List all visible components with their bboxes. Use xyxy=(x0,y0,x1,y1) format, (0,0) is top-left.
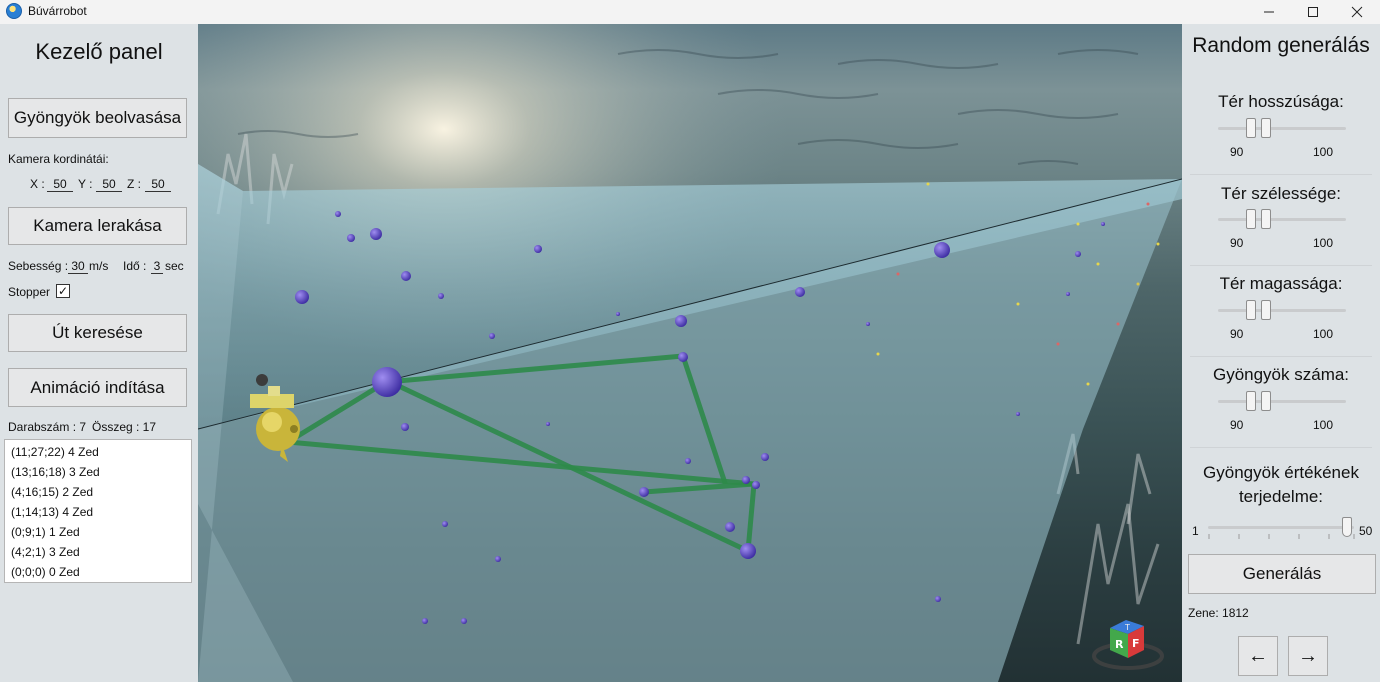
divider xyxy=(1190,174,1372,175)
maximize-icon xyxy=(1308,7,1318,17)
place-camera-button[interactable]: Kamera lerakása xyxy=(8,207,187,245)
window-title: Búvárrobot xyxy=(28,4,87,18)
divider xyxy=(1190,447,1372,448)
value-range-label: Gyöngyök értékének terjedelme: xyxy=(1203,463,1359,506)
height-max-thumb[interactable] xyxy=(1261,300,1271,320)
next-track-button[interactable]: → xyxy=(1288,636,1328,676)
camera-z-label: Z : xyxy=(127,177,141,191)
width-max-value: 100 xyxy=(1313,236,1334,250)
load-pearls-button[interactable]: Gyöngyök beolvasása xyxy=(8,98,187,138)
length-min-value: 90 xyxy=(1230,145,1244,159)
app-icon xyxy=(6,3,22,19)
camera-coords-label: Kamera kordinátái: xyxy=(8,152,109,166)
pearl-count-min-value: 90 xyxy=(1230,418,1244,432)
camera-y-label: Y : xyxy=(78,177,93,191)
camera-y-input[interactable]: 50 xyxy=(96,177,122,192)
camera-x-input[interactable]: 50 xyxy=(47,177,73,192)
value-range-ticks xyxy=(1208,534,1355,539)
path-list[interactable]: (11;27;22) 4 Zed (13;16;18) 3 Zed (4;16;… xyxy=(4,439,192,583)
title-bar: Búvárrobot xyxy=(0,0,1380,24)
list-item[interactable]: (11;27;22) 4 Zed xyxy=(5,442,191,462)
previous-track-button[interactable]: ← xyxy=(1238,636,1278,676)
height-min-value: 90 xyxy=(1230,327,1244,341)
music-label: Zene: 1812 xyxy=(1188,606,1249,620)
generate-button[interactable]: Generálás xyxy=(1188,554,1376,594)
height-label: Tér magassága: xyxy=(1219,274,1343,293)
width-max-thumb[interactable] xyxy=(1261,209,1271,229)
speed-input[interactable]: 30 xyxy=(68,259,88,274)
list-item[interactable]: (4;16;15) 2 Zed xyxy=(5,482,191,502)
list-item[interactable]: (0;0;0) 0 Zed xyxy=(5,562,191,582)
width-min-value: 90 xyxy=(1230,236,1244,250)
length-label: Tér hosszúsága: xyxy=(1218,92,1344,111)
value-range-slider[interactable] xyxy=(1208,526,1354,529)
pearl-count-label: Gyöngyök száma: xyxy=(1212,365,1350,384)
height-min-thumb[interactable] xyxy=(1246,300,1256,320)
height-max-value: 100 xyxy=(1313,327,1334,341)
value-range-max: 50 xyxy=(1359,524,1373,538)
arrow-right-icon: → xyxy=(1298,644,1318,667)
pearl-count-min-thumb[interactable] xyxy=(1246,391,1256,411)
stopper-label: Stopper xyxy=(8,285,51,299)
close-icon xyxy=(1351,6,1363,18)
divider xyxy=(1190,356,1372,357)
maximize-button[interactable] xyxy=(1290,0,1336,24)
time-unit: sec xyxy=(165,259,184,273)
minimize-button[interactable] xyxy=(1246,0,1292,24)
value-range-min: 1 xyxy=(1192,524,1199,538)
control-panel-heading: Kezelő panel xyxy=(35,39,163,64)
length-min-thumb[interactable] xyxy=(1246,118,1256,138)
3d-viewport[interactable]: T R F xyxy=(198,24,1182,682)
arrow-left-icon: ← xyxy=(1248,644,1268,667)
speed-unit: m/s xyxy=(89,259,109,273)
list-item[interactable]: (0;9;1) 1 Zed xyxy=(5,522,191,542)
time-input[interactable]: 3 xyxy=(151,259,163,274)
random-generation-panel: Random generálás Tér hosszúsága: 90 100 … xyxy=(1182,24,1380,682)
list-item[interactable]: (13;16;18) 3 Zed xyxy=(5,462,191,482)
pearl-count-max-thumb[interactable] xyxy=(1261,391,1271,411)
pearl-count-max-value: 100 xyxy=(1313,418,1334,432)
pearl-count-slider[interactable] xyxy=(1218,400,1346,403)
sum-label: Összeg : 17 xyxy=(92,420,157,434)
width-slider[interactable] xyxy=(1218,218,1346,221)
view-cube-right-label: F xyxy=(1132,637,1140,650)
count-label: Darabszám : 7 xyxy=(8,420,87,434)
divider xyxy=(1190,265,1372,266)
length-max-thumb[interactable] xyxy=(1261,118,1271,138)
camera-x-label: X : xyxy=(30,177,45,191)
camera-z-input[interactable]: 50 xyxy=(145,177,171,192)
stopper-checkbox[interactable]: ✓ xyxy=(56,284,70,298)
close-button[interactable] xyxy=(1334,0,1380,24)
length-max-value: 100 xyxy=(1313,145,1334,159)
time-label: Idő : xyxy=(123,259,147,273)
view-cube-top-label: T xyxy=(1124,623,1130,632)
view-cube-left-label: R xyxy=(1115,638,1124,651)
speed-label: Sebesség : xyxy=(8,259,69,273)
random-generation-heading: Random generálás xyxy=(1192,34,1370,57)
underwater-scene xyxy=(198,24,1182,682)
width-min-thumb[interactable] xyxy=(1246,209,1256,229)
control-panel: Kezelő panel Gyöngyök beolvasása Kamera … xyxy=(0,24,198,682)
length-slider[interactable] xyxy=(1218,127,1346,130)
list-item[interactable]: (1;14;13) 4 Zed xyxy=(5,502,191,522)
minimize-icon xyxy=(1264,11,1274,13)
height-slider[interactable] xyxy=(1218,309,1346,312)
view-cube[interactable]: T R F xyxy=(1088,612,1168,674)
list-item[interactable]: (4;2;1) 3 Zed xyxy=(5,542,191,562)
width-label: Tér szélessége: xyxy=(1221,184,1341,203)
start-animation-button[interactable]: Animáció indítása xyxy=(8,368,187,407)
find-path-button[interactable]: Út keresése xyxy=(8,314,187,352)
